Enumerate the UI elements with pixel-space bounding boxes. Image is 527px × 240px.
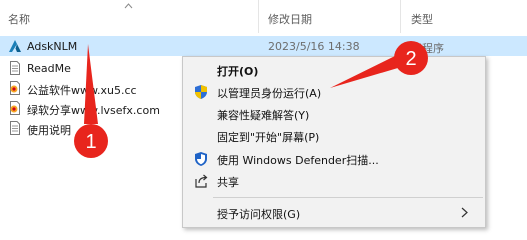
file-name: 公益软件www.xu5.cc xyxy=(27,84,137,97)
file-name: 使用说明 xyxy=(27,124,71,137)
file-name: AdskNLM xyxy=(27,40,78,53)
text-file-icon xyxy=(10,61,20,75)
menu-item-label: 授予访问权限(G) xyxy=(217,208,301,221)
menu-item-defender-scan[interactable]: 使用 Windows Defender扫描... xyxy=(183,148,485,170)
menu-item-label: 兼容性疑难解答(Y) xyxy=(217,109,310,122)
column-name-header[interactable]: 名称 xyxy=(8,11,30,27)
defender-shield-icon xyxy=(195,152,207,166)
menu-item-label: 以管理员身份运行(A) xyxy=(217,87,322,100)
file-date: 2023/5/16 14:38 xyxy=(268,40,360,53)
menu-item-label: 打开(O) xyxy=(217,65,259,78)
text-file-icon xyxy=(10,121,20,135)
file-type: 用程序 xyxy=(411,42,444,55)
column-date-header[interactable]: 修改日期 xyxy=(268,11,312,27)
column-type-header[interactable]: 类型 xyxy=(411,11,433,27)
menu-item-label: 共享 xyxy=(217,176,239,189)
column-divider[interactable] xyxy=(258,0,259,33)
menu-item-open[interactable]: 打开(O) xyxy=(183,59,485,81)
file-row-adsknlm[interactable]: AdskNLM 2023/5/16 14:38 用程序 xyxy=(0,36,527,56)
internet-shortcut-icon xyxy=(10,81,20,95)
menu-item-compatibility[interactable]: 兼容性疑难解答(Y) xyxy=(183,103,485,125)
column-divider[interactable] xyxy=(400,0,401,33)
file-name: ReadMe xyxy=(27,62,71,75)
internet-shortcut-icon xyxy=(10,101,20,115)
menu-item-share[interactable]: 共享 xyxy=(183,170,485,192)
menu-separator xyxy=(213,197,483,198)
chevron-right-icon xyxy=(461,207,468,218)
menu-item-label: 固定到"开始"屏幕(P) xyxy=(217,131,320,144)
autodesk-app-icon xyxy=(9,40,21,52)
column-header: 名称 修改日期 类型 xyxy=(0,0,527,33)
uac-shield-icon xyxy=(195,85,207,99)
sort-ascending-icon[interactable] xyxy=(124,3,133,9)
menu-item-grant-access[interactable]: 授予访问权限(G) xyxy=(183,202,485,224)
menu-item-run-as-admin[interactable]: 以管理员身份运行(A) xyxy=(183,81,485,103)
menu-item-pin-start[interactable]: 固定到"开始"屏幕(P) xyxy=(183,125,485,147)
share-icon xyxy=(195,174,208,188)
menu-item-label: 使用 Windows Defender扫描... xyxy=(217,154,379,167)
file-name: 绿软分享www.lvsefx.com xyxy=(27,104,160,117)
context-menu: 打开(O) 以管理员身份运行(A) 兼容性疑难解答(Y) 固定到"开始"屏幕(P… xyxy=(182,56,486,228)
